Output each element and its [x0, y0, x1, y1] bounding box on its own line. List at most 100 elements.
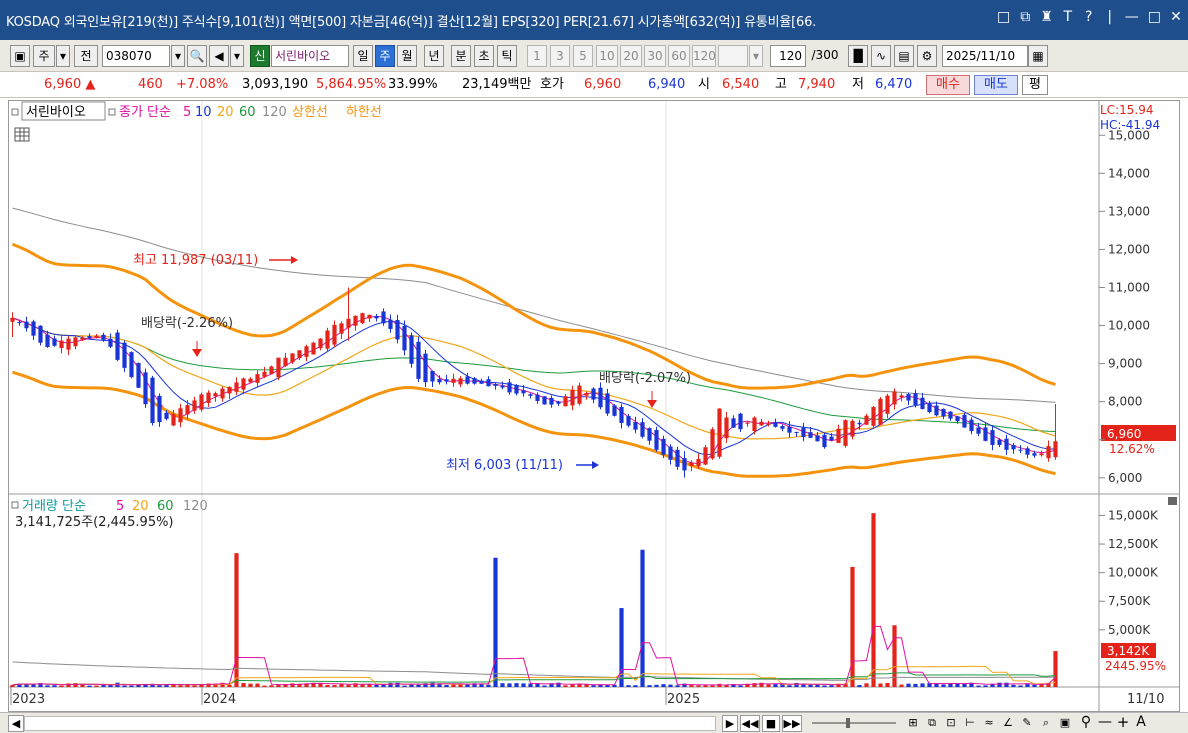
zoom-slider[interactable]: [810, 715, 898, 732]
volume-bar: [577, 684, 582, 687]
tile-window-icon[interactable]: ⧉: [1019, 9, 1031, 25]
scroll-left-icon[interactable]: ◀: [8, 715, 24, 732]
period-year[interactable]: 년: [424, 45, 444, 67]
minimize-icon[interactable]: —: [1125, 9, 1139, 25]
candle-body: [724, 417, 729, 439]
interval-10[interactable]: 10: [596, 45, 618, 67]
toolbar: ▣ 주 ▾ 전 038070 ▾ 🔍 ◀ ▾ 신 서린바이오 일 주 월 년 분…: [0, 40, 1188, 72]
sound-icon[interactable]: ◀: [209, 45, 229, 67]
candle-body: [423, 353, 428, 383]
pane-close-icon[interactable]: [1168, 497, 1177, 505]
horizontal-scrollbar[interactable]: [24, 716, 716, 731]
trendline-tool-icon[interactable]: ⊢: [961, 715, 979, 732]
candle-body: [584, 392, 589, 396]
sell-button[interactable]: 매도: [974, 75, 1018, 95]
candle-type-icon[interactable]: ▐▌: [848, 45, 868, 67]
crosshair-tool-icon[interactable]: ⊞: [904, 715, 922, 732]
period-second[interactable]: 초: [474, 45, 494, 67]
font-size-icon[interactable]: A: [1133, 715, 1149, 732]
play-icon[interactable]: ▶: [722, 715, 738, 732]
close-icon[interactable]: ✕: [1170, 9, 1182, 25]
candle-body: [367, 314, 372, 319]
volume-bar: [164, 684, 169, 687]
chart-svg[interactable]: 서린바이오 종가 단순 5 10 20 60 120 상한선 하한선 최고 11…: [9, 101, 1179, 711]
jeon-button[interactable]: 전: [74, 45, 98, 67]
area-tool-icon[interactable]: ⊡: [942, 715, 960, 732]
stock-code-input[interactable]: 038070: [102, 45, 170, 67]
candle-body: [661, 438, 666, 455]
zoom-search-icon[interactable]: ⚲: [1077, 715, 1095, 732]
candle-body: [920, 397, 925, 409]
fast-forward-icon[interactable]: ▶▶: [782, 715, 802, 732]
count-total: /300: [811, 48, 839, 62]
volume-bar: [591, 685, 596, 687]
search-icon[interactable]: 🔍: [187, 45, 207, 67]
interval-1[interactable]: 1: [527, 45, 547, 67]
period-day[interactable]: 일: [353, 45, 373, 67]
stop-icon[interactable]: ■: [762, 715, 780, 732]
legend-box-icon[interactable]: [11, 108, 19, 116]
window-tool-icon[interactable]: ⧉: [923, 715, 941, 732]
interval-3[interactable]: 3: [550, 45, 570, 67]
volume-axis: 3,142K 2445.95% 15,000K 12,500K 10,000K 7,5…: [1099, 508, 1166, 673]
buy-button[interactable]: 매수: [926, 75, 970, 95]
interval-5[interactable]: 5: [573, 45, 593, 67]
legend-box-icon[interactable]: [108, 108, 116, 116]
count-input[interactable]: 120: [770, 45, 806, 67]
candle-body: [535, 394, 540, 401]
help-icon[interactable]: ?: [1083, 9, 1095, 25]
sound-dropdown-icon[interactable]: ▾: [230, 45, 244, 67]
pencil-tool-icon[interactable]: ✎: [1018, 715, 1036, 732]
average-button[interactable]: 평: [1022, 75, 1048, 95]
volume-legend: 거래량 단순 5 20 60 120 3,141,725주(2,445.95%): [11, 497, 1177, 530]
ju-dropdown-icon[interactable]: ▾: [56, 45, 70, 67]
table-icon[interactable]: [14, 127, 30, 142]
line-type-icon[interactable]: ∿: [871, 45, 891, 67]
sin-badge[interactable]: 신: [250, 45, 270, 67]
period-month[interactable]: 월: [397, 45, 417, 67]
calendar-icon[interactable]: ▦: [1028, 45, 1048, 67]
volume-bar: [178, 685, 183, 687]
interval-dropdown-icon[interactable]: ▾: [749, 45, 763, 67]
period-minute[interactable]: 분: [451, 45, 471, 67]
restore-window-icon[interactable]: □: [997, 9, 1010, 25]
image-tool-icon[interactable]: ▣: [1056, 715, 1074, 732]
zoom-out-icon[interactable]: —: [1097, 715, 1113, 732]
interval-60[interactable]: 60: [668, 45, 690, 67]
pin-icon[interactable]: ♜: [1040, 9, 1053, 25]
code-dropdown-icon[interactable]: ▾: [171, 45, 185, 67]
volume-bar: [640, 549, 645, 687]
volume-bar: [136, 684, 141, 687]
interval-20[interactable]: 20: [620, 45, 642, 67]
fibonacci-tool-icon[interactable]: ≈: [980, 715, 998, 732]
angle-tool-icon[interactable]: ∠: [999, 715, 1017, 732]
interval-custom-input[interactable]: [718, 45, 748, 67]
chart-settings-icon[interactable]: ▣: [10, 45, 30, 67]
period-tick[interactable]: 틱: [497, 45, 517, 67]
gear-icon[interactable]: ⚙: [917, 45, 937, 67]
volume-bar: [710, 685, 715, 687]
font-icon[interactable]: T: [1062, 9, 1074, 25]
ju-button[interactable]: 주: [33, 45, 55, 67]
zoom-in-icon[interactable]: +: [1115, 715, 1131, 732]
legend-box-icon[interactable]: [11, 501, 19, 509]
interval-120[interactable]: 120: [692, 45, 716, 67]
date-2025: 2025: [667, 692, 700, 707]
save-icon[interactable]: ▤: [894, 45, 914, 67]
volume-bar: [507, 683, 512, 687]
candle-body: [892, 391, 897, 405]
volume-bar: [409, 684, 414, 687]
period-week[interactable]: 주: [375, 45, 395, 67]
volume-bar: [129, 685, 134, 687]
candle-body: [871, 406, 876, 426]
date-input[interactable]: 2025/11/10: [942, 45, 1028, 67]
measure-tool-icon[interactable]: ⌕: [1037, 715, 1055, 732]
open-price: 6,540: [722, 77, 760, 92]
window-title: KOSDAQ 외국인보유[219(천)] 주식수[9,101(천)] 액면[50…: [6, 15, 817, 30]
interval-30[interactable]: 30: [644, 45, 666, 67]
rewind-icon[interactable]: ◀◀: [740, 715, 760, 732]
candle-body: [857, 422, 862, 425]
bid-price: 6,940: [648, 77, 686, 92]
maximize-icon[interactable]: □: [1148, 9, 1161, 25]
chart-area[interactable]: 서린바이오 종가 단순 5 10 20 60 120 상한선 하한선 최고 11…: [8, 100, 1180, 712]
